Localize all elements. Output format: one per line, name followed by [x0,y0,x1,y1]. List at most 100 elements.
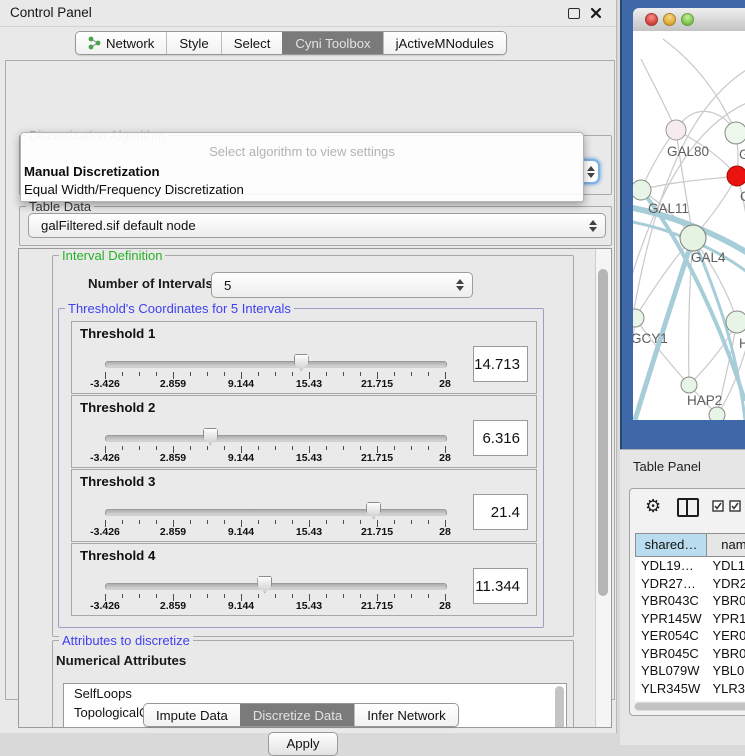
tab-label: Style [179,36,208,51]
table-cell: YBR0 [706,646,745,661]
network-node[interactable] [666,120,686,140]
network-node[interactable] [633,309,644,327]
minor-tick [326,372,327,376]
list-scrollbar-thumb[interactable] [555,686,564,728]
close-traffic-light-icon[interactable] [645,13,658,26]
node-label: GAL80 [667,144,709,159]
zoom-traffic-light-icon[interactable] [681,13,694,26]
num-intervals-value: 5 [224,273,231,297]
minor-tick [394,520,395,524]
minor-tick [122,372,123,376]
slider-track[interactable] [105,361,447,368]
threshold-label: Threshold 4 [80,548,155,563]
network-node[interactable] [726,311,745,333]
table-row[interactable]: YDR27…YDR2 [635,575,745,593]
tick-label: 15.43 [296,452,322,464]
scrollbar-thumb[interactable] [635,703,745,710]
threshold-value-field[interactable]: 6.316 [473,420,528,456]
apply-button[interactable]: Apply [268,732,338,756]
tick-label: -3.426 [90,452,120,464]
minor-tick [343,372,344,376]
minimize-traffic-light-icon[interactable] [663,13,676,26]
tick-label: 21.715 [361,452,393,464]
column-header[interactable]: name [707,533,745,557]
slider-thumb[interactable] [366,502,381,519]
table-cell: YPR1 [706,611,745,626]
tab-style[interactable]: Style [166,32,220,54]
tab-select[interactable]: Select [221,32,283,54]
tab-network[interactable]: Network [76,32,166,54]
bottom-tab-infer-network[interactable]: Infer Network [354,704,457,726]
network-view-canvas[interactable]: GAL80GACGAL11GAL4GCY1HHAP2 [633,31,745,420]
network-node[interactable] [681,377,697,393]
num-intervals-combo[interactable]: 5 [211,272,473,298]
tick-label: 21.715 [361,600,393,612]
table-data-combo[interactable]: galFiltered.sif default node [28,213,606,238]
network-edge [641,59,676,130]
gear-icon[interactable]: ⚙ [645,497,661,515]
minor-tick [411,446,412,450]
algorithm-option[interactable]: Manual Discretization [24,164,160,179]
algorithm-option[interactable]: Equal Width/Frequency Discretization [24,182,244,197]
node-label: C [740,189,745,204]
table-data-combo-value: galFiltered.sif default node [41,214,196,237]
network-node[interactable] [727,166,745,186]
minor-tick [360,520,361,524]
minor-tick [258,594,259,598]
algorithm-dropdown-popup: Select algorithm to view settings Manual… [20,132,584,202]
threshold-panel: Threshold 3-3.4262.8599.14415.4321.71528… [71,469,537,542]
bottom-tab-discretize-data[interactable]: Discretize Data [240,704,354,726]
slider-track[interactable] [105,509,447,516]
table-cell: YER0 [706,628,745,643]
network-graph: GAL80GACGAL11GAL4GCY1HHAP2 [633,31,745,420]
table-row[interactable]: YPR145WYPR1 [635,610,745,628]
network-node[interactable] [725,122,745,144]
bottom-tab-impute-data[interactable]: Impute Data [144,704,240,726]
minor-tick [224,446,225,450]
tab-cyni-toolbox[interactable]: Cyni Toolbox [282,32,382,54]
column-header[interactable]: shared… [635,533,707,557]
minor-tick [292,372,293,376]
minor-tick [224,372,225,376]
minor-tick [343,520,344,524]
slider-track[interactable] [105,435,447,442]
table-horizontal-scrollbar[interactable] [634,702,745,711]
table-row[interactable]: YBL079WYBL0 [635,662,745,680]
select-all-checkbox-icon[interactable] [729,500,741,515]
table-row[interactable]: YIL052CYIL0 [635,697,745,701]
table-row[interactable]: YDL19…YDL1 [635,557,745,575]
control-panel-window: Control Panel NetworkStyleSelectCyni Too… [0,0,617,733]
network-node[interactable] [709,407,725,420]
slider-thumb[interactable] [294,354,309,371]
cyni-mode-tabs: Impute DataDiscretize DataInfer Network [143,703,459,727]
table-row[interactable]: YBR045CYBR0 [635,645,745,663]
scrollpane-scrollbar[interactable] [595,249,611,727]
close-icon[interactable] [590,7,602,19]
threshold-value-field[interactable]: 14.713 [473,346,528,382]
network-edge-highlighted [641,190,745,401]
tab-label: jActiveMNodules [396,36,494,51]
network-node[interactable] [633,180,651,200]
float-window-icon[interactable] [568,8,580,19]
select-checkbox-icon[interactable] [712,500,724,515]
attribute-list-item[interactable]: SelfLoops [64,684,566,703]
scrollbar-thumb[interactable] [598,269,608,596]
table-row[interactable]: YER054CYER0 [635,627,745,645]
slider-track[interactable] [105,583,447,590]
threshold-value-field[interactable]: 11.344 [473,568,528,604]
minor-tick [156,520,157,524]
table-cell: YBR043C [635,593,706,608]
threshold-value-field[interactable]: 21.4 [473,494,528,530]
slider-thumb[interactable] [203,428,218,445]
node-label: HAP2 [687,393,722,408]
network-node[interactable] [680,225,706,251]
table-row[interactable]: YLR345WYLR3 [635,680,745,698]
column-layout-icon[interactable] [677,498,699,517]
minor-tick [224,594,225,598]
tab-jactivemnodules[interactable]: jActiveMNodules [383,32,506,54]
tick-label: 2.859 [160,452,186,464]
table-row[interactable]: YBR043CYBR0 [635,592,745,610]
minor-tick [411,372,412,376]
algorithm-combo-stepper[interactable] [583,159,600,184]
slider-thumb[interactable] [257,576,272,593]
